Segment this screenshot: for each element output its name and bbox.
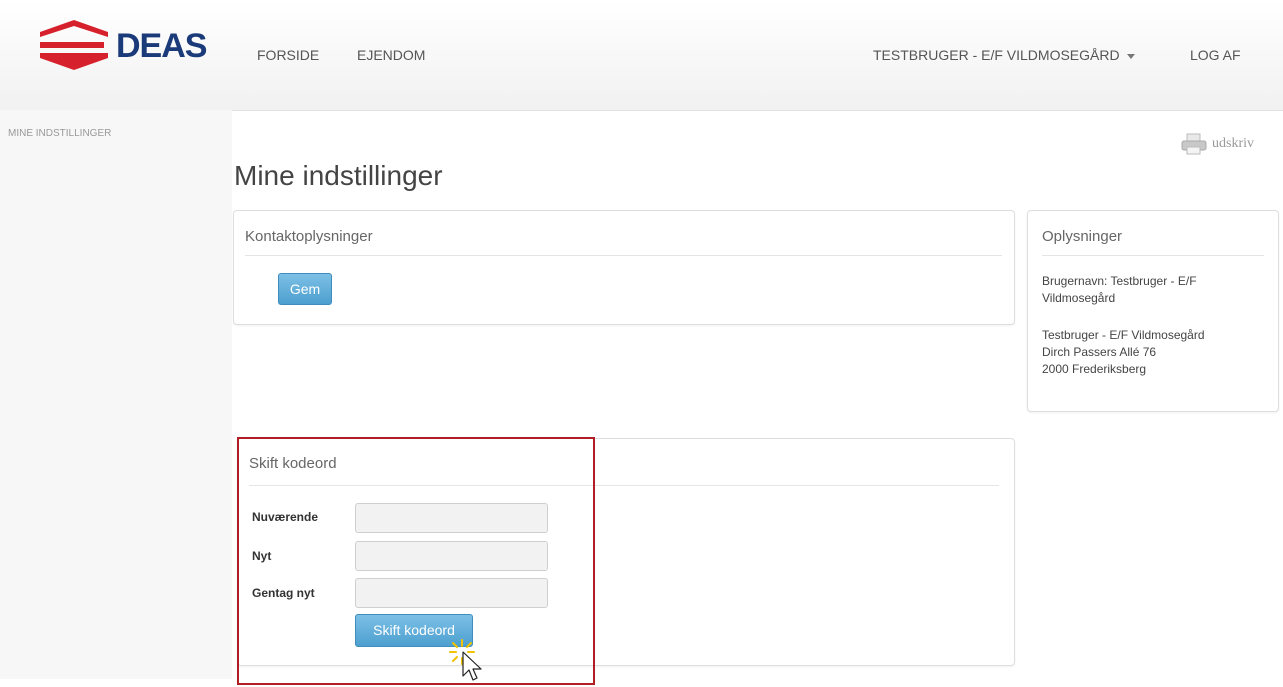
address-line-3: 2000 Frederiksberg bbox=[1042, 362, 1147, 376]
panel-divider bbox=[245, 255, 1002, 256]
nav-ejendom[interactable]: EJENDOM bbox=[357, 47, 425, 63]
new-password-label: Nyt bbox=[252, 549, 272, 563]
mouse-pointer-icon bbox=[448, 638, 492, 682]
current-password-label: Nuværende bbox=[252, 510, 319, 524]
info-panel-title: Oplysninger bbox=[1042, 228, 1123, 245]
caret-down-icon bbox=[1126, 53, 1135, 59]
breadcrumb[interactable]: MINE INDSTILLINGER bbox=[8, 128, 111, 139]
print-button[interactable]: udskriv bbox=[1181, 133, 1254, 155]
repeat-password-label: Gentag nyt bbox=[252, 586, 315, 600]
user-menu[interactable]: TESTBRUGER - E/F VILDMOSEGÅRD bbox=[873, 47, 1135, 63]
current-password-input[interactable] bbox=[355, 503, 548, 533]
contact-panel-title: Kontaktoplysninger bbox=[245, 228, 373, 245]
sidebar bbox=[0, 110, 232, 679]
panel-divider bbox=[1042, 255, 1264, 256]
password-panel-title: Skift kodeord bbox=[249, 455, 337, 472]
logo-text: DEAS bbox=[116, 27, 207, 65]
panel-divider bbox=[249, 485, 999, 486]
print-label: udskriv bbox=[1212, 136, 1254, 152]
deas-logo-icon bbox=[40, 20, 108, 70]
header-divider bbox=[232, 110, 1283, 111]
deas-logo[interactable]: DEAS bbox=[38, 18, 218, 78]
contact-panel: Kontaktoplysninger Gem bbox=[233, 210, 1015, 325]
printer-icon bbox=[1181, 133, 1207, 155]
page-title: Mine indstillinger bbox=[234, 160, 443, 191]
info-panel: Oplysninger Brugernavn: Testbruger - E/F… bbox=[1027, 210, 1279, 412]
logout-link[interactable]: LOG AF bbox=[1190, 47, 1241, 63]
address-line-1: Testbruger - E/F Vildmosegård bbox=[1042, 328, 1205, 342]
repeat-password-input[interactable] bbox=[355, 578, 548, 608]
new-password-input[interactable] bbox=[355, 541, 548, 571]
user-menu-label: TESTBRUGER - E/F VILDMOSEGÅRD bbox=[873, 47, 1120, 63]
save-button[interactable]: Gem bbox=[278, 273, 332, 305]
password-panel: Skift kodeord Nuværende Nyt Gentag nyt S… bbox=[237, 438, 1015, 666]
address-line-2: Dirch Passers Allé 76 bbox=[1042, 345, 1157, 359]
username-text: Brugernavn: Testbruger - E/F Vildmosegår… bbox=[1042, 274, 1197, 305]
nav-forside[interactable]: FORSIDE bbox=[257, 47, 319, 63]
